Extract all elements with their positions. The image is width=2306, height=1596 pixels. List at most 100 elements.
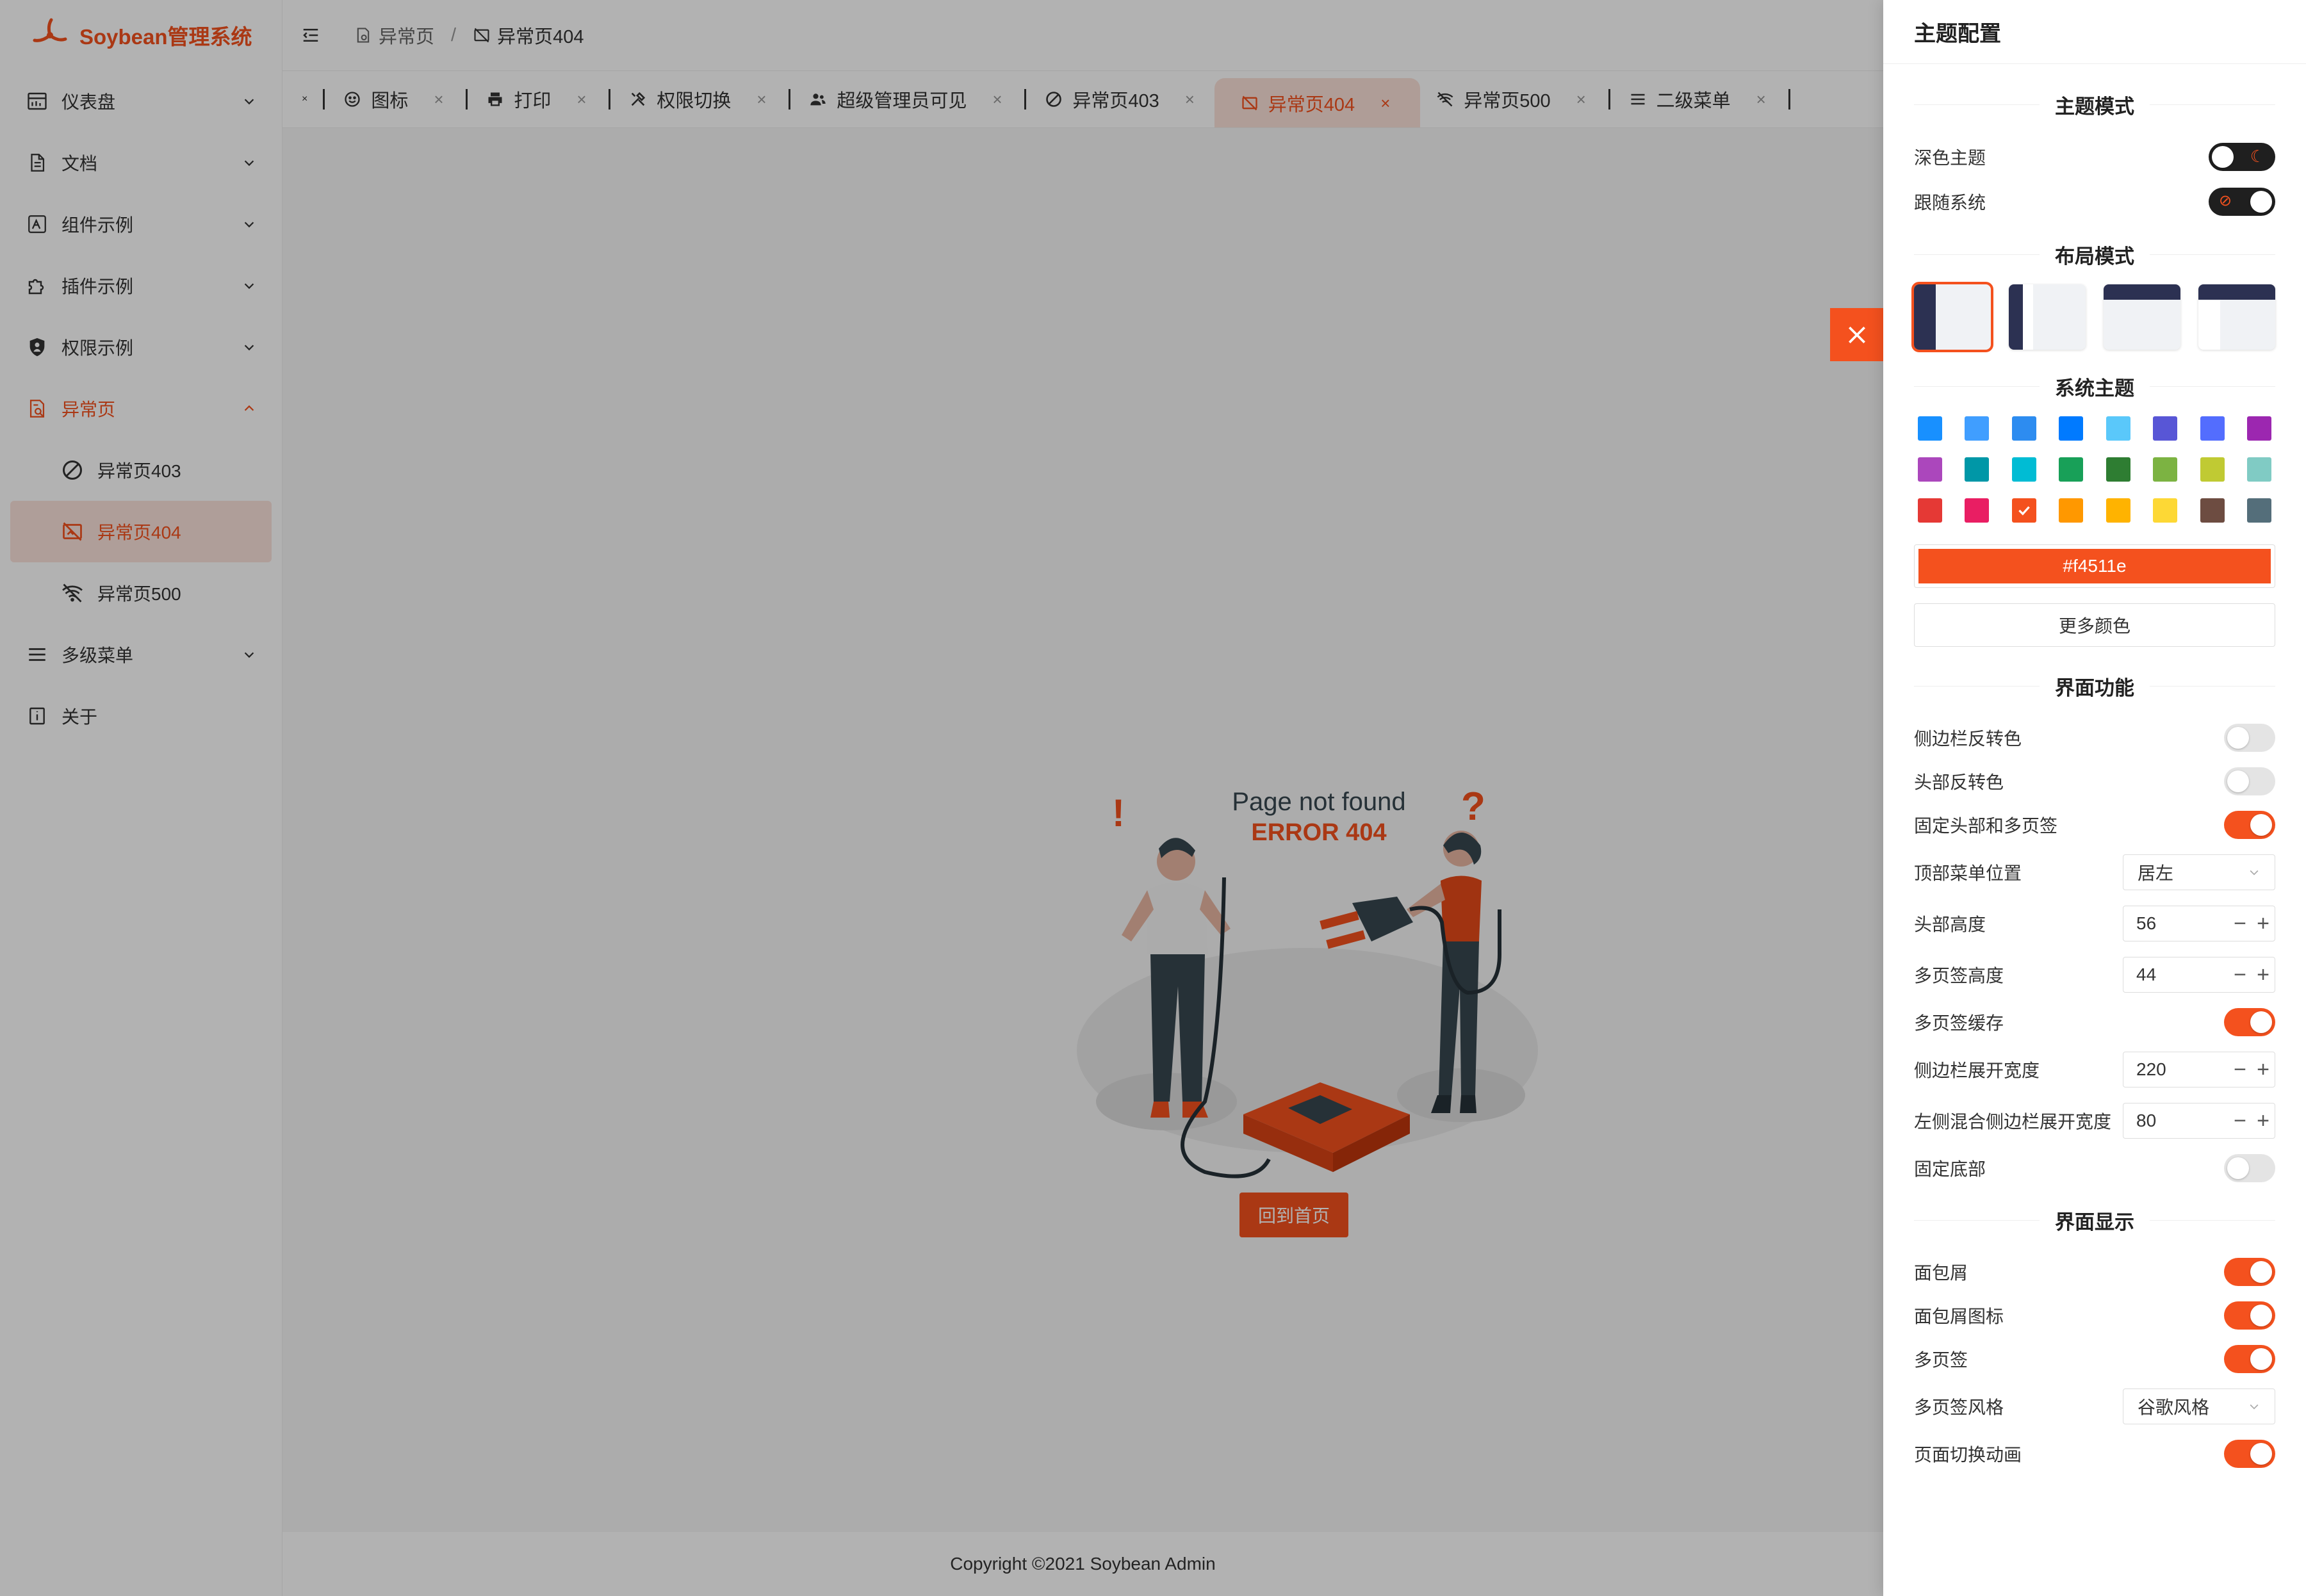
theme-color-swatch[interactable]: [1918, 498, 1942, 523]
tabs-switch[interactable]: [2224, 1345, 2275, 1373]
switch-knob: [2227, 770, 2249, 792]
check-icon: [2018, 506, 2030, 516]
setting-label: 多页签: [1914, 1350, 1968, 1370]
theme-color-swatch[interactable]: [2153, 416, 2178, 441]
header-inverted-row: 头部反转色: [1914, 760, 2275, 803]
section-features: 界面功能: [1914, 656, 2275, 716]
theme-color-swatch[interactable]: [1965, 457, 1990, 482]
more-colors-button[interactable]: 更多颜色: [1914, 603, 2275, 647]
top-menu-position-select[interactable]: 居左: [2123, 854, 2275, 890]
tab-height-input[interactable]: 44 − +: [2123, 957, 2275, 993]
color-picker[interactable]: #f4511e: [1914, 544, 2275, 588]
dark-theme-label: 深色主题: [1914, 148, 1986, 168]
setting-label: 面包屑: [1914, 1263, 1968, 1283]
theme-color-swatch[interactable]: [2106, 498, 2130, 523]
layout-vertical-option[interactable]: [1911, 282, 1993, 352]
switch-knob: [2250, 1305, 2272, 1326]
theme-color-swatch[interactable]: [2246, 498, 2271, 523]
theme-color-swatch[interactable]: [2059, 416, 2084, 441]
section-display: 界面显示: [1914, 1190, 2275, 1250]
layout-options: [1911, 282, 2275, 352]
number-value: 80: [2136, 1111, 2157, 1130]
setting-label: 面包屑图标: [1914, 1307, 2004, 1326]
theme-color-swatch[interactable]: [2011, 498, 2036, 523]
plus-icon[interactable]: +: [2252, 963, 2275, 988]
switch-knob: [2250, 1443, 2272, 1465]
theme-color-swatch[interactable]: [2153, 457, 2178, 482]
fixed-header-switch[interactable]: [2224, 811, 2275, 839]
sidebar-width-row: 侧边栏展开宽度 220 − +: [1914, 1044, 2275, 1095]
theme-color-swatch[interactable]: [2059, 457, 2084, 482]
theme-color-swatch[interactable]: [1918, 416, 1942, 441]
switch-knob: [2212, 146, 2234, 168]
fixed-footer-switch[interactable]: [2224, 1154, 2275, 1182]
minus-icon[interactable]: −: [2228, 1109, 2252, 1134]
header-height-input[interactable]: 56 − +: [2123, 906, 2275, 941]
header-inverted-switch[interactable]: [2224, 767, 2275, 795]
breadcrumb-icon-switch[interactable]: [2224, 1301, 2275, 1330]
fixed-footer-row: 固定底部: [1914, 1146, 2275, 1190]
section-theme-mode: 主题模式: [1914, 74, 2275, 134]
theme-color-swatch[interactable]: [2246, 416, 2271, 441]
switch-knob: [2227, 727, 2249, 749]
switch-knob: [2227, 1157, 2249, 1179]
drawer-title: 主题配置: [1883, 0, 2306, 64]
switch-knob: [2250, 1348, 2272, 1370]
theme-color-swatch[interactable]: [2153, 498, 2178, 523]
layout-horizontal-option[interactable]: [2104, 284, 2180, 350]
plus-icon[interactable]: +: [2252, 911, 2275, 936]
minus-icon[interactable]: −: [2228, 963, 2252, 988]
sidebar-inverted-row: 侧边栏反转色: [1914, 716, 2275, 760]
layout-vertical-mix-option[interactable]: [2009, 284, 2086, 350]
sidebar-inverted-switch[interactable]: [2224, 724, 2275, 752]
setting-label: 固定头部和多页签: [1914, 816, 2058, 836]
drawer-mask[interactable]: [0, 0, 1883, 1596]
theme-color-swatch[interactable]: [2200, 498, 2225, 523]
setting-label: 多页签风格: [1914, 1397, 2004, 1417]
dark-theme-switch[interactable]: ☾: [2209, 143, 2275, 171]
theme-color-swatch[interactable]: [2011, 457, 2036, 482]
mix-sidebar-width-row: 左侧混合侧边栏展开宽度 80 − +: [1914, 1095, 2275, 1146]
moon-icon: ☾: [2250, 147, 2265, 166]
drawer-close-button[interactable]: [1830, 308, 1883, 361]
color-value: #f4511e: [1918, 549, 2271, 583]
theme-color-palette: [1914, 416, 2275, 523]
follow-system-switch[interactable]: ⊘: [2209, 188, 2275, 216]
tab-cache-switch[interactable]: [2224, 1008, 2275, 1036]
theme-color-swatch[interactable]: [1965, 416, 1990, 441]
plus-icon[interactable]: +: [2252, 1057, 2275, 1082]
minus-icon[interactable]: −: [2228, 911, 2252, 936]
theme-color-swatch[interactable]: [2059, 498, 2084, 523]
setting-label: 固定底部: [1914, 1159, 1986, 1179]
setting-label: 多页签缓存: [1914, 1013, 2004, 1033]
tab-height-row: 多页签高度 44 − +: [1914, 949, 2275, 1000]
minus-icon[interactable]: −: [2228, 1057, 2252, 1082]
close-icon: [1848, 326, 1865, 343]
breadcrumb-switch[interactable]: [2224, 1258, 2275, 1286]
theme-color-swatch[interactable]: [2200, 416, 2225, 441]
setting-label: 头部高度: [1914, 915, 1986, 934]
theme-color-swatch[interactable]: [2011, 416, 2036, 441]
number-value: 56: [2136, 913, 2157, 933]
switch-knob: [2250, 1261, 2272, 1283]
theme-color-swatch[interactable]: [1918, 457, 1942, 482]
section-layout-mode: 布局模式: [1914, 224, 2275, 284]
plus-icon[interactable]: +: [2252, 1109, 2275, 1134]
setting-label: 头部反转色: [1914, 772, 2004, 792]
dark-theme-row: 深色主题 ☾: [1914, 134, 2275, 179]
mix-sidebar-width-input[interactable]: 80 − +: [2123, 1103, 2275, 1139]
follow-system-label: 跟随系统: [1914, 193, 1986, 213]
tab-style-row: 多页签风格 谷歌风格: [1914, 1381, 2275, 1432]
theme-config-drawer: 主题配置 主题模式 深色主题 ☾ 跟随系统 ⊘ 布局模式 系统主题 #f4511…: [1883, 0, 2306, 1596]
layout-horizontal-mix-option[interactable]: [2198, 284, 2275, 350]
setting-label: 页面切换动画: [1914, 1445, 2022, 1465]
theme-color-swatch[interactable]: [2246, 457, 2271, 482]
tab-style-select[interactable]: 谷歌风格: [2123, 1388, 2275, 1424]
theme-color-swatch[interactable]: [2200, 457, 2225, 482]
select-value: 谷歌风格: [2138, 1397, 2210, 1417]
theme-color-swatch[interactable]: [2106, 416, 2130, 441]
theme-color-swatch[interactable]: [1965, 498, 1990, 523]
page-animation-switch[interactable]: [2224, 1440, 2275, 1468]
sidebar-width-input[interactable]: 220 − +: [2123, 1052, 2275, 1087]
theme-color-swatch[interactable]: [2106, 457, 2130, 482]
